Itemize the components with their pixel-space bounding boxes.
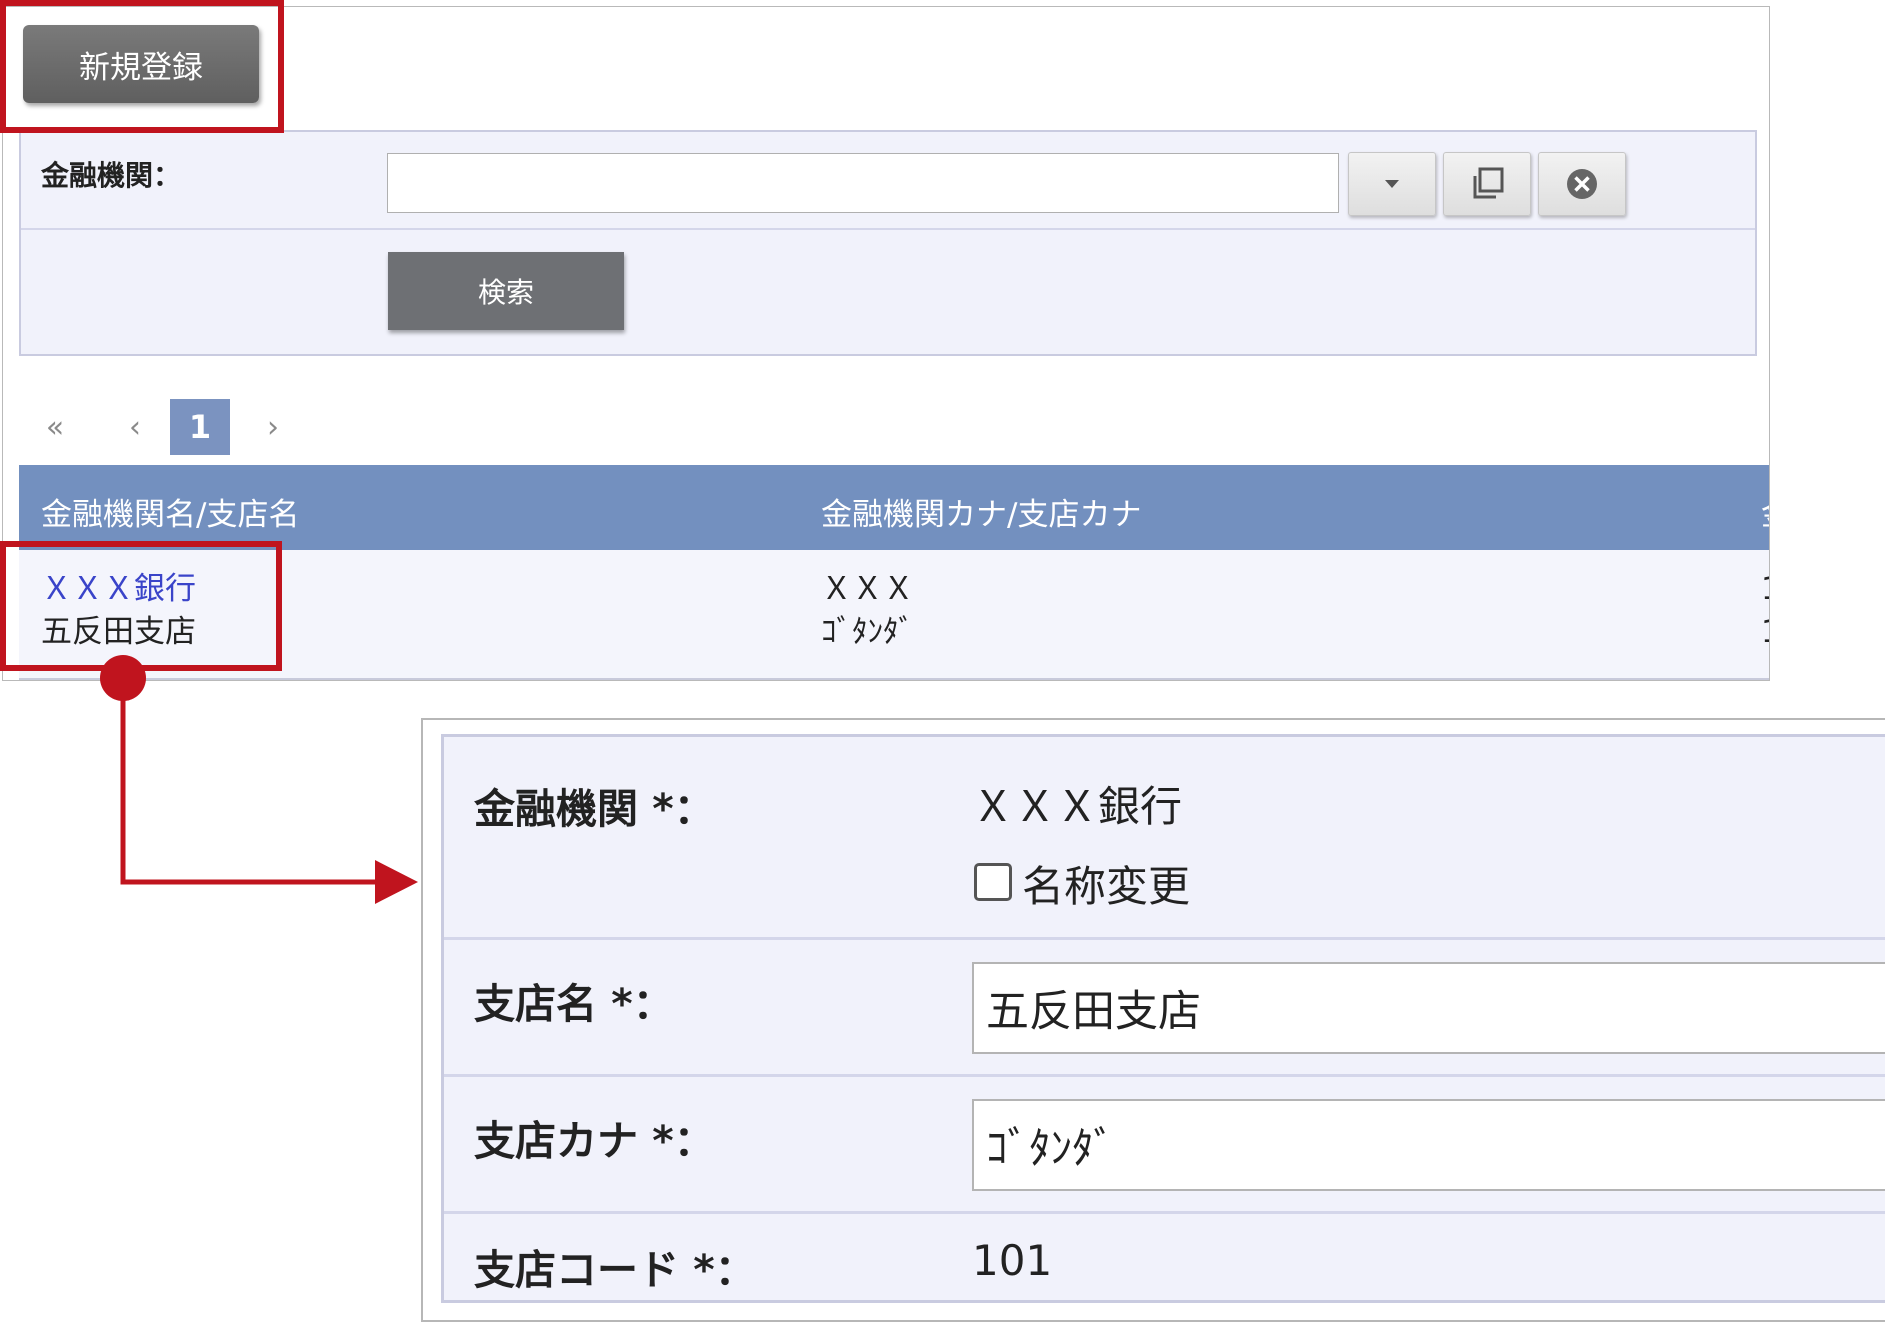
branch-code-label: 支店コード *： xyxy=(474,1246,756,1294)
rename-checkbox[interactable] xyxy=(974,863,1012,901)
bank-row: 金融機関 *： ＸＸＸ銀行 名称変更 xyxy=(444,737,1885,940)
branch-code-value: 101 xyxy=(972,1236,1053,1285)
rename-checkbox-label[interactable]: 名称変更 xyxy=(1022,853,1190,914)
bank-value: ＸＸＸ銀行 xyxy=(972,782,1183,831)
bank-label: 金融機関 *： xyxy=(474,785,715,833)
branch-name-input[interactable]: 五反田支店 xyxy=(972,962,1885,1054)
branch-name-label: 支店名 *： xyxy=(474,980,674,1028)
detail-screen: 金融機関 *： ＸＸＸ銀行 名称変更 支店名 *： 五反田支店 支店カナ *： … xyxy=(421,718,1885,1322)
branch-kana-input[interactable]: ｺﾞﾀﾝﾀﾞ xyxy=(972,1099,1885,1191)
branch-code-row: 支店コード *： 101 xyxy=(444,1214,1885,1303)
detail-form: 金融機関 *： ＸＸＸ銀行 名称変更 支店名 *： 五反田支店 支店カナ *： … xyxy=(441,734,1885,1303)
branch-kana-label: 支店カナ *： xyxy=(474,1117,715,1165)
branch-kana-row: 支店カナ *： ｺﾞﾀﾝﾀﾞ xyxy=(444,1077,1885,1214)
branch-name-row: 支店名 *： 五反田支店 xyxy=(444,940,1885,1077)
